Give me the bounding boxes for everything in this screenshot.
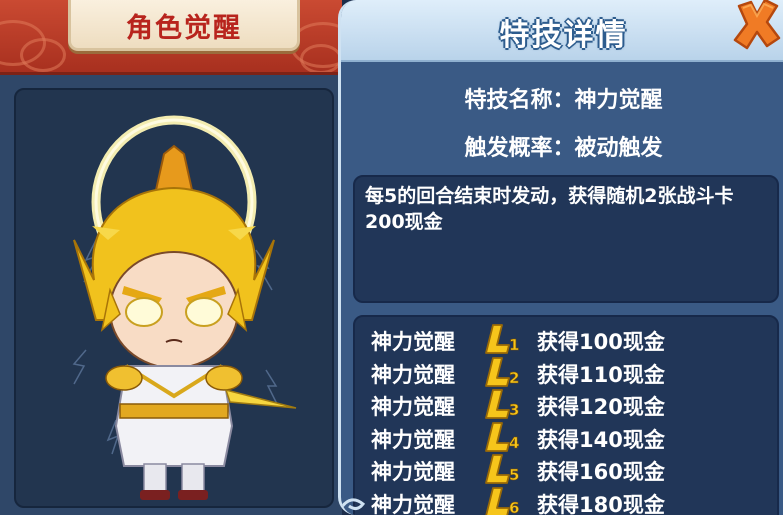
skill-name-value: 神力觉醒 <box>574 88 663 113</box>
title-plaque: 角色觉醒 <box>68 0 300 51</box>
skill-detail-header: 特技详情 <box>341 0 783 62</box>
level-l-icon: 2 <box>485 356 519 387</box>
awakened-hero-portrait <box>72 115 297 500</box>
close-button[interactable] <box>731 0 783 52</box>
panel-title: 角色觉醒 <box>126 13 242 44</box>
level-reward: 获得120现金 <box>537 395 665 419</box>
level-l-icon: 4 <box>485 421 519 452</box>
close-x-icon <box>733 0 781 50</box>
level-number: 5 <box>509 466 519 484</box>
level-l-icon: 5 <box>485 454 519 484</box>
skill-detail-panel: 特技详情 特技名称：神力觉醒 触发概率：被动触发 每5的回合结束时发动，获得随机… <box>338 0 783 515</box>
level-number: 3 <box>509 401 519 419</box>
level-reward: 获得160现金 <box>537 460 665 484</box>
level-skill-name: 神力觉醒 <box>371 362 455 387</box>
character-portrait-frame <box>14 88 334 508</box>
level-skill-name: 神力觉醒 <box>371 395 455 419</box>
skill-name-label: 特技名称： <box>464 88 575 113</box>
level-reward: 获得140现金 <box>537 427 665 452</box>
level-l-icon: 3 <box>485 389 519 419</box>
scroll-ornament <box>341 498 366 511</box>
level-skill-name: 神力觉醒 <box>371 330 455 354</box>
cloud-ornament <box>20 38 66 72</box>
level-reward: 获得100现金 <box>537 330 665 354</box>
skill-description: 每5的回合结束时发动，获得随机2张战斗卡200现金 <box>365 185 734 233</box>
level-row: 神力觉醒 3 获得120现金 <box>355 388 777 420</box>
skill-detail-title: 特技详情 <box>499 18 628 53</box>
character-panel-header: 角色觉醒 <box>0 0 342 75</box>
trigger-value: 被动触发 <box>574 136 663 161</box>
level-row: 神力觉醒 5 获得160现金 <box>355 453 777 485</box>
level-row: 神力觉醒 2 获得110现金 <box>355 356 777 388</box>
skill-description-box: 每5的回合结束时发动，获得随机2张战斗卡200现金 <box>353 175 779 303</box>
trigger-label: 触发概率： <box>464 136 575 161</box>
cloud-ornament <box>300 44 342 72</box>
level-number: 2 <box>509 369 519 387</box>
level-number: 4 <box>509 434 519 452</box>
level-number: 1 <box>509 336 519 354</box>
level-row: 神力觉醒 1 获得100现金 <box>355 323 777 355</box>
level-skill-name: 神力觉醒 <box>371 460 455 484</box>
level-l-icon: 1 <box>485 324 519 354</box>
skill-name-line: 特技名称：神力觉醒 <box>341 82 783 114</box>
character-panel: 角色觉醒 <box>0 0 342 515</box>
level-skill-name: 神力觉醒 <box>371 427 455 452</box>
level-reward: 获得110现金 <box>537 362 665 387</box>
level-list[interactable]: 神力觉醒 1 获得100现金 神力觉醒 2 获得110现金 神力觉醒 3 获得120现金 神力觉醒… <box>353 315 779 515</box>
level-row: 神力觉醒 4 获得140现金 <box>355 421 777 453</box>
trigger-line: 触发概率：被动触发 <box>341 130 783 162</box>
